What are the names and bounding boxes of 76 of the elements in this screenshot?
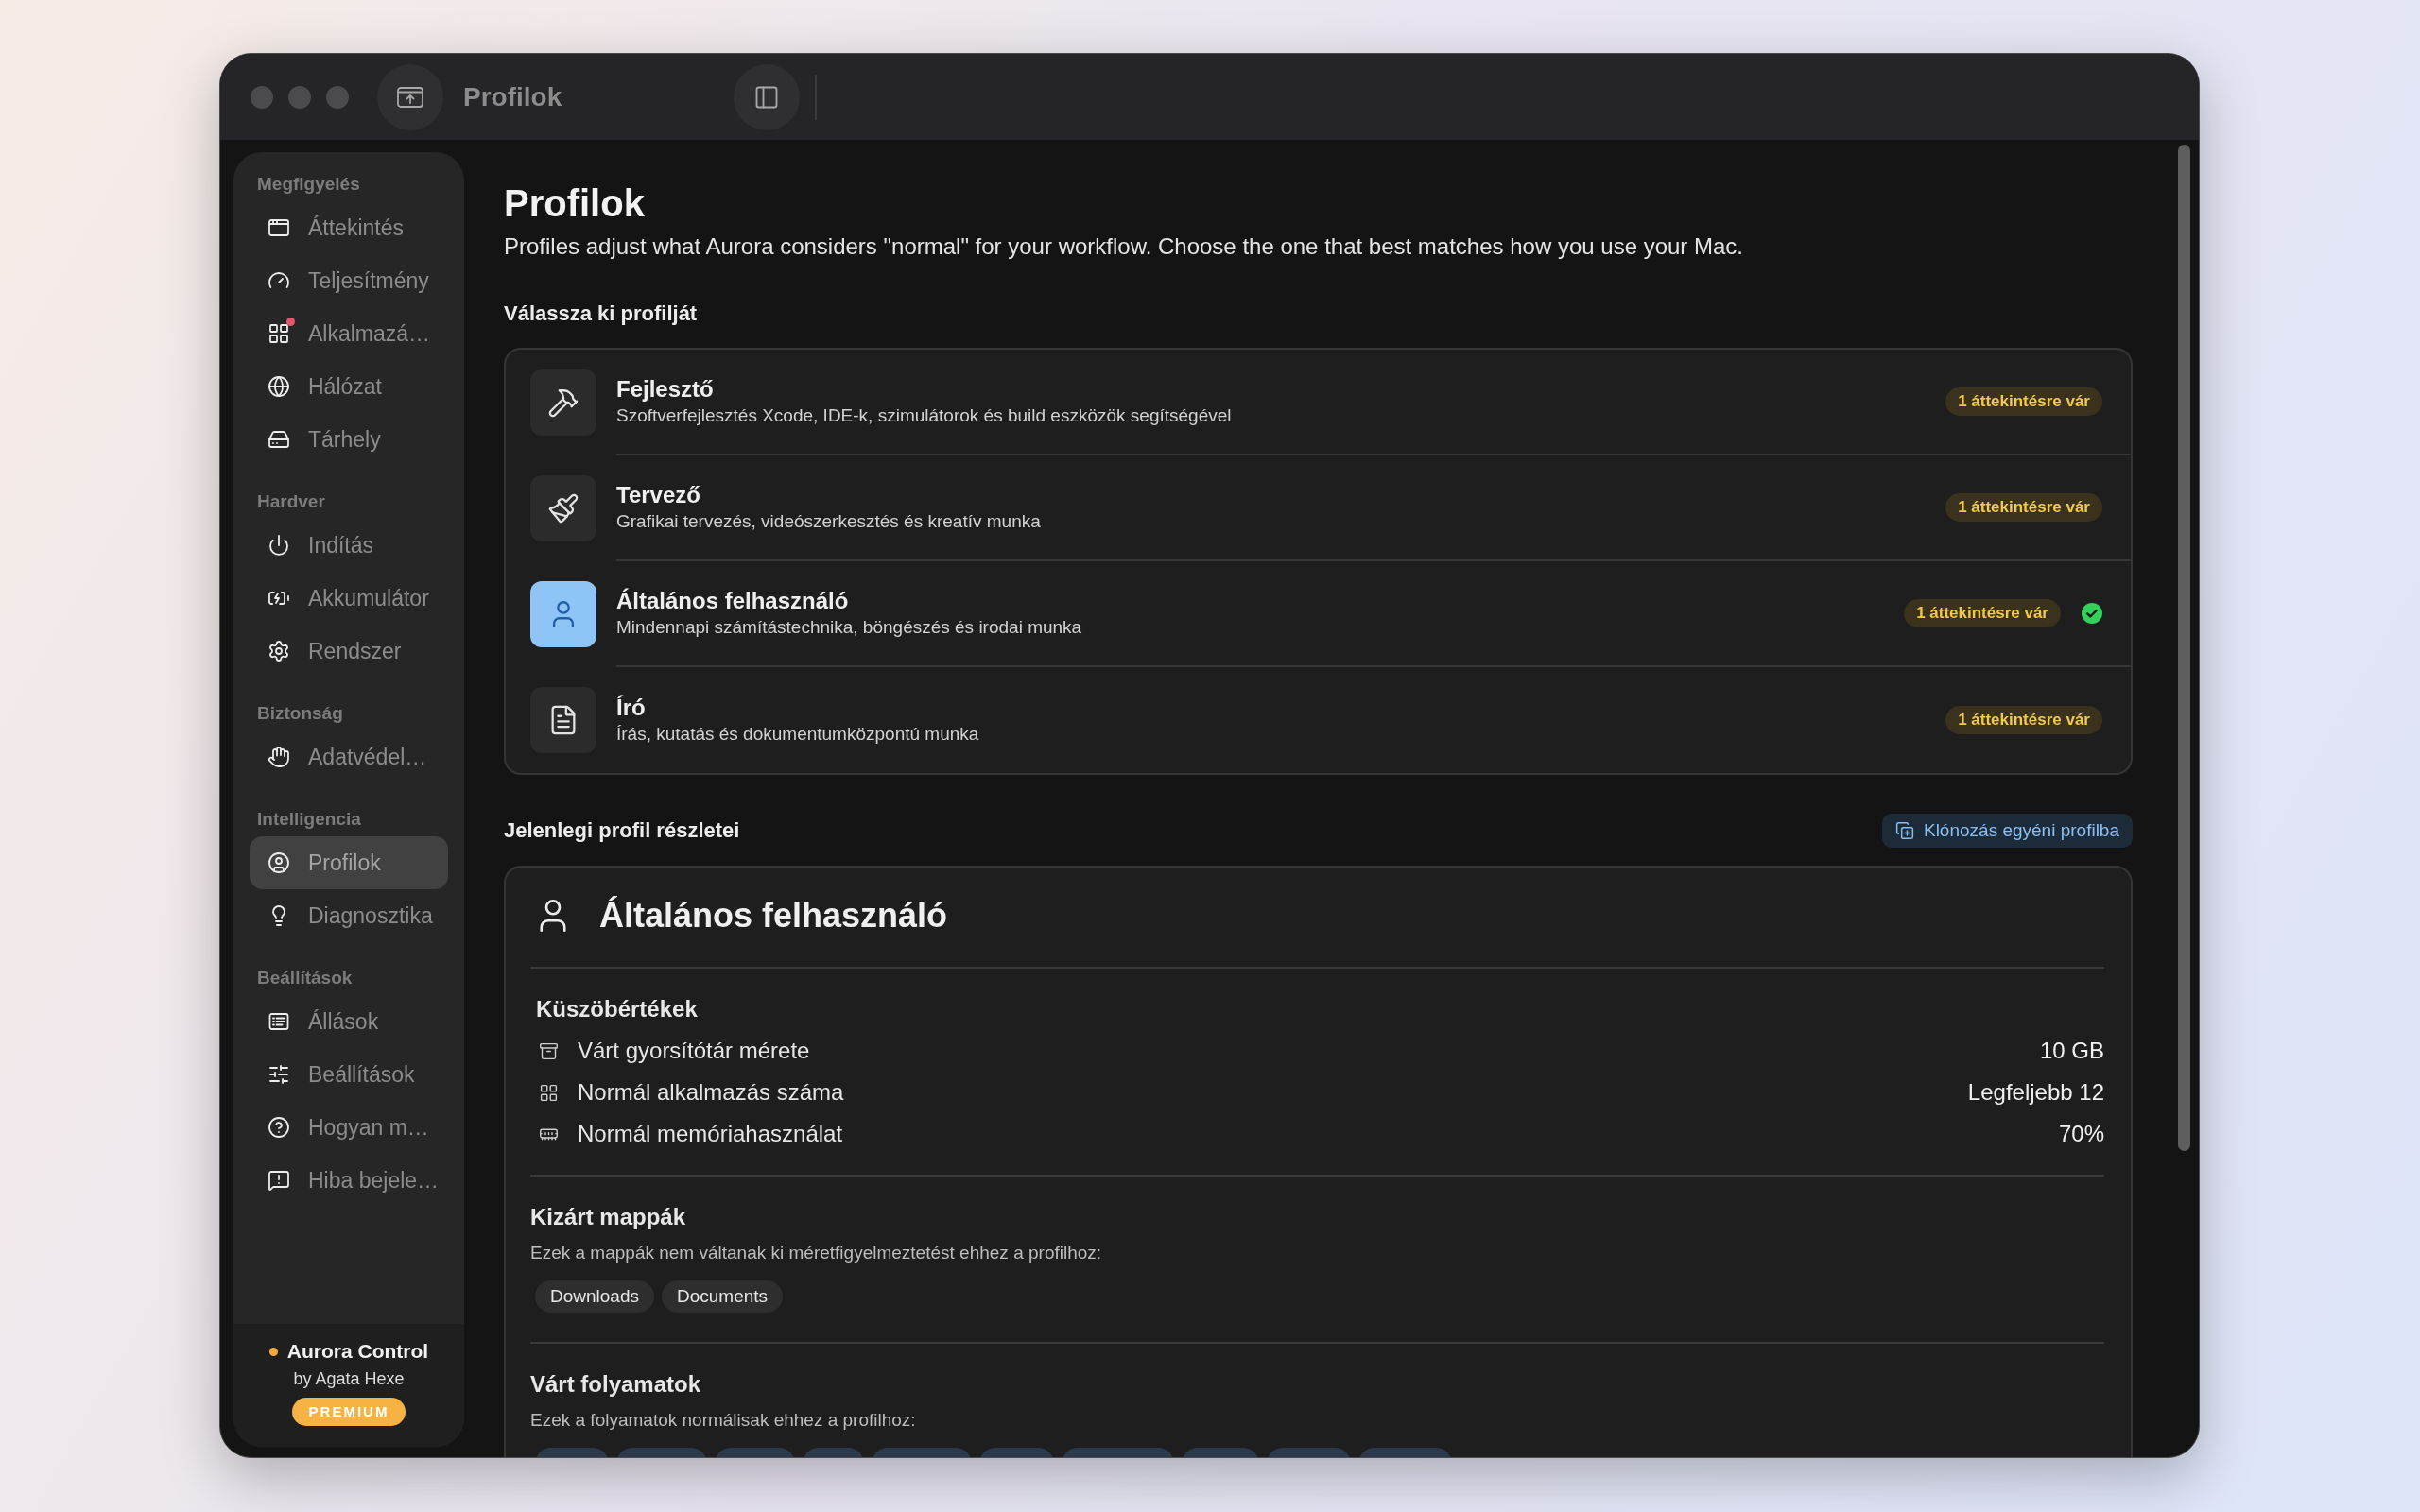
section-description: Ezek a folyamatok normálisak ehhez a profilhoz: bbox=[530, 1409, 917, 1432]
subsection-heading: Küszöbértékek bbox=[536, 995, 699, 1023]
threshold-value: 70% bbox=[2058, 1120, 2104, 1148]
sidebar-section-title: Biztonság bbox=[256, 702, 344, 725]
window-title: Profilok bbox=[463, 80, 562, 113]
grid-icon bbox=[268, 322, 290, 345]
check-circle-icon bbox=[2082, 603, 2102, 624]
sidebar-section-title: Beállítások bbox=[256, 967, 354, 989]
review-badge: 1 áttekintésre vár bbox=[1945, 387, 2102, 416]
profile-name: Tervező bbox=[616, 481, 701, 509]
sidebar-section-title: Megfigyelés bbox=[256, 173, 361, 196]
threshold-label: Várt gyorsítótár mérete bbox=[578, 1037, 811, 1065]
zoom-button[interactable] bbox=[326, 85, 349, 109]
review-badge: 1 áttekintésre vár bbox=[1945, 493, 2102, 522]
sidebar-item[interactable]: Indítás bbox=[250, 519, 448, 572]
sidebar-item[interactable]: Hogyan m… bbox=[250, 1101, 448, 1154]
sidebar-item[interactable]: Alkalmazá… bbox=[250, 307, 448, 360]
section-description: Ezek a mappák nem váltanak ki méretfigyelmeztetést ehhez a profilhoz: bbox=[530, 1242, 1103, 1264]
subsection-heading: Várt folyamatok bbox=[530, 1370, 702, 1399]
sidebar-item[interactable]: Adatvédel… bbox=[250, 730, 448, 783]
sidebar-item[interactable]: Teljesítmény bbox=[250, 254, 448, 307]
sidebar-item[interactable]: Áttekintés bbox=[250, 201, 448, 254]
profile-name: Fejlesztő bbox=[616, 375, 715, 404]
folder-tag: Downloads bbox=[535, 1280, 654, 1313]
sidebar-item[interactable]: Hiba bejele… bbox=[250, 1154, 448, 1207]
premium-badge: PREMIUM bbox=[291, 1398, 406, 1426]
profile-title: Általános felhasználó bbox=[599, 895, 948, 936]
threshold-value: Legfeljebb 12 bbox=[1967, 1078, 2104, 1107]
review-badge: 1 áttekintésre vár bbox=[1904, 599, 2061, 627]
grid-icon bbox=[539, 1082, 559, 1103]
close-button[interactable] bbox=[251, 85, 273, 109]
sidebar-item[interactable]: Állások bbox=[250, 995, 448, 1048]
hard-drive-icon bbox=[268, 428, 290, 451]
clone-button[interactable]: Klónozás egyéni profilba bbox=[1881, 814, 2133, 848]
sidebar-item[interactable]: Profilok bbox=[250, 836, 448, 889]
help-icon bbox=[268, 1116, 290, 1139]
globe-icon bbox=[268, 375, 290, 398]
profile-name: Általános felhasználó bbox=[616, 587, 850, 615]
message-alert-icon bbox=[268, 1169, 290, 1192]
sidebar-item[interactable]: Tárhely bbox=[250, 413, 448, 466]
sidebar-section-title: Intelligencia bbox=[256, 808, 362, 831]
section-heading: Jelenlegi profil részletei bbox=[504, 817, 740, 844]
sidebar-item[interactable]: Diagnosztika bbox=[250, 889, 448, 942]
page-description: Profiles adjust what Aurora considers "normal" for your workflow. Choose the one that best matches how you use your Mac. bbox=[504, 232, 1744, 261]
archive-icon bbox=[539, 1040, 559, 1061]
subsection-heading: Kizárt mappák bbox=[530, 1203, 687, 1231]
scrollbar[interactable] bbox=[2178, 145, 2190, 1151]
window-arrow-up-icon bbox=[397, 86, 424, 108]
window-icon bbox=[268, 216, 290, 239]
sliders-icon bbox=[268, 1063, 290, 1086]
profile-name: Író bbox=[616, 694, 647, 722]
profile-description: Grafikai tervezés, videószerkesztés és kreatív munka bbox=[616, 510, 1042, 533]
section-heading: Válassza ki profilját bbox=[504, 301, 699, 327]
sidebar-item[interactable]: Hálózat bbox=[250, 360, 448, 413]
sidebar-item[interactable]: Akkumulátor bbox=[250, 572, 448, 625]
copy-plus-icon bbox=[1894, 821, 1914, 840]
list-icon bbox=[268, 1010, 290, 1033]
hand-icon bbox=[268, 746, 290, 768]
sidebar-section-title: Hardver bbox=[256, 490, 326, 513]
profile-description: Mindennapi számítástechnika, böngészés és irodai munka bbox=[616, 616, 1083, 639]
power-icon bbox=[268, 534, 290, 557]
minimize-button[interactable] bbox=[288, 85, 311, 109]
author-name: by Agata Hexe bbox=[293, 1368, 405, 1390]
settings-icon bbox=[268, 640, 290, 662]
profile-description: Szoftverfejlesztés Xcode, IDE-k, szimulátorok és build eszközök segítségével bbox=[616, 404, 1233, 427]
page-title: Profilok bbox=[504, 181, 646, 226]
app-name: Aurora Control bbox=[286, 1339, 429, 1364]
user-circle-icon bbox=[268, 851, 290, 874]
sidebar-item[interactable]: Beállítások bbox=[250, 1048, 448, 1101]
threshold-label: Normál alkalmazás száma bbox=[578, 1078, 845, 1107]
threshold-value: 10 GB bbox=[2039, 1037, 2104, 1065]
profile-description: Írás, kutatás és dokumentumközpontú munka bbox=[616, 723, 980, 746]
review-badge: 1 áttekintésre vár bbox=[1945, 706, 2102, 734]
folder-tag: Documents bbox=[662, 1280, 784, 1313]
sidebar-item[interactable]: Rendszer bbox=[250, 625, 448, 678]
threshold-label: Normál memóriahasználat bbox=[578, 1120, 844, 1148]
